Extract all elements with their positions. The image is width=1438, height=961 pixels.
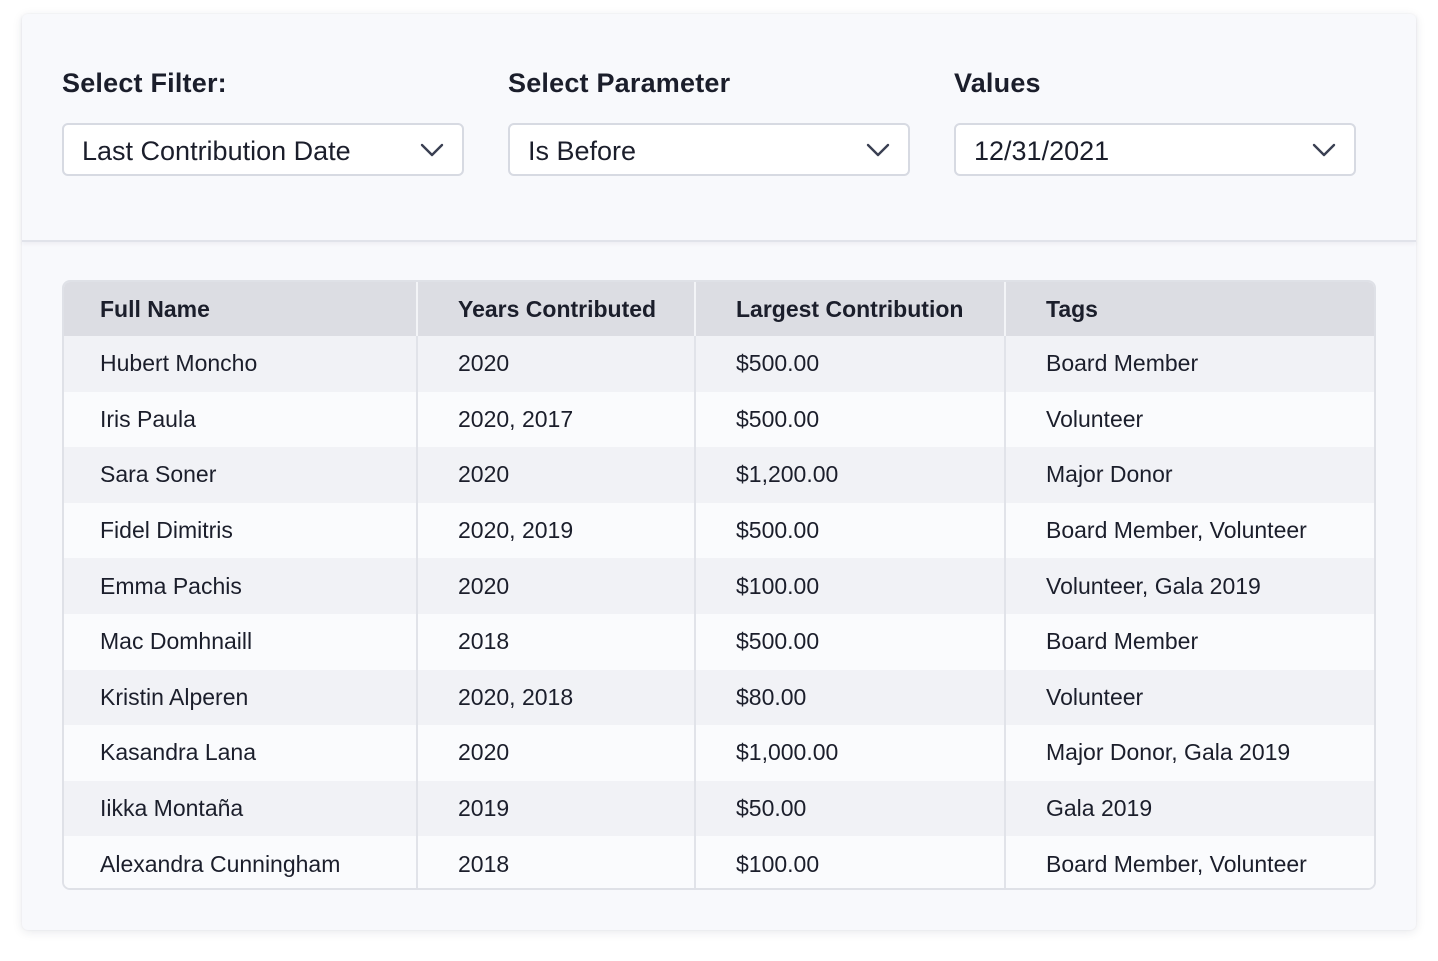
- chevron-down-icon: [1312, 143, 1336, 157]
- select-filter-dropdown[interactable]: Last Contribution Date: [62, 123, 464, 176]
- cell-full-name: Iikka Montaña: [64, 780, 417, 837]
- cell-tags: Major Donor: [1004, 447, 1374, 503]
- filter-results-panel: Select Filter: Last Contribution Date Se…: [22, 14, 1416, 930]
- cell-years-contributed: 2020, 2017: [416, 391, 695, 448]
- cell-largest-contribution: $500.00: [694, 391, 1005, 448]
- table-row[interactable]: Iris Paula 2020, 2017 $500.00 Volunteer: [64, 391, 1374, 448]
- table-row[interactable]: Fidel Dimitris 2020, 2019 $500.00 Board …: [64, 502, 1374, 559]
- cell-years-contributed: 2020, 2018: [416, 669, 695, 726]
- cell-full-name: Mac Domhnaill: [64, 613, 417, 670]
- cell-years-contributed: 2020, 2019: [416, 502, 695, 559]
- table-body: Hubert Moncho 2020 $500.00 Board Member …: [64, 336, 1374, 888]
- values-dropdown[interactable]: 12/31/2021: [954, 123, 1356, 176]
- cell-tags: Volunteer: [1004, 391, 1374, 448]
- cell-full-name: Emma Pachis: [64, 558, 417, 614]
- cell-full-name: Sara Soner: [64, 447, 417, 503]
- cell-largest-contribution: $100.00: [694, 558, 1005, 614]
- cell-full-name: Kristin Alperen: [64, 669, 417, 726]
- cell-tags: Gala 2019: [1004, 780, 1374, 837]
- column-header-years-contributed[interactable]: Years Contributed: [416, 282, 695, 336]
- results-table-container: Full Name Years Contributed Largest Cont…: [62, 280, 1376, 890]
- chevron-down-icon: [420, 143, 444, 157]
- cell-tags: Board Member: [1004, 336, 1374, 392]
- table-row[interactable]: Kristin Alperen 2020, 2018 $80.00 Volunt…: [64, 669, 1374, 726]
- cell-tags: Board Member, Volunteer: [1004, 502, 1374, 559]
- values-value: 12/31/2021: [974, 136, 1110, 166]
- chevron-down-icon: [866, 143, 890, 157]
- cell-largest-contribution: $80.00: [694, 669, 1005, 726]
- select-filter-label: Select Filter:: [62, 68, 227, 98]
- table-row[interactable]: Emma Pachis 2020 $100.00 Volunteer, Gala…: [64, 558, 1374, 614]
- cell-years-contributed: 2020: [416, 447, 695, 503]
- column-header-largest-contribution[interactable]: Largest Contribution: [694, 282, 1005, 336]
- select-parameter-dropdown[interactable]: Is Before: [508, 123, 910, 176]
- select-parameter-value: Is Before: [528, 136, 637, 166]
- cell-full-name: Hubert Moncho: [64, 336, 417, 392]
- cell-full-name: Iris Paula: [64, 391, 417, 448]
- filter-bar: Select Filter: Last Contribution Date Se…: [22, 14, 1416, 242]
- cell-years-contributed: 2019: [416, 780, 695, 837]
- results-table: Full Name Years Contributed Largest Cont…: [64, 282, 1374, 888]
- cell-years-contributed: 2018: [416, 613, 695, 670]
- table-row[interactable]: Hubert Moncho 2020 $500.00 Board Member: [64, 336, 1374, 392]
- values-label: Values: [954, 68, 1041, 98]
- cell-largest-contribution: $500.00: [694, 502, 1005, 559]
- cell-full-name: Alexandra Cunningham: [64, 836, 417, 888]
- table-row[interactable]: Iikka Montaña 2019 $50.00 Gala 2019: [64, 780, 1374, 837]
- select-parameter-label: Select Parameter: [508, 68, 731, 98]
- cell-full-name: Fidel Dimitris: [64, 502, 417, 559]
- cell-largest-contribution: $100.00: [694, 836, 1005, 888]
- cell-largest-contribution: $500.00: [694, 613, 1005, 670]
- cell-largest-contribution: $50.00: [694, 780, 1005, 837]
- cell-years-contributed: 2018: [416, 836, 695, 888]
- cell-years-contributed: 2020: [416, 725, 695, 781]
- table-row[interactable]: Alexandra Cunningham 2018 $100.00 Board …: [64, 836, 1374, 888]
- table-row[interactable]: Mac Domhnaill 2018 $500.00 Board Member: [64, 613, 1374, 670]
- cell-tags: Board Member, Volunteer: [1004, 836, 1374, 888]
- cell-tags: Major Donor, Gala 2019: [1004, 725, 1374, 781]
- cell-tags: Volunteer, Gala 2019: [1004, 558, 1374, 614]
- cell-years-contributed: 2020: [416, 558, 695, 614]
- cell-full-name: Kasandra Lana: [64, 725, 417, 781]
- column-header-full-name[interactable]: Full Name: [64, 282, 417, 336]
- cell-largest-contribution: $1,200.00: [694, 447, 1005, 503]
- select-filter-value: Last Contribution Date: [82, 136, 351, 166]
- table-row[interactable]: Kasandra Lana 2020 $1,000.00 Major Donor…: [64, 725, 1374, 781]
- cell-years-contributed: 2020: [416, 336, 695, 392]
- cell-tags: Board Member: [1004, 613, 1374, 670]
- cell-tags: Volunteer: [1004, 669, 1374, 726]
- cell-largest-contribution: $500.00: [694, 336, 1005, 392]
- table-header-row: Full Name Years Contributed Largest Cont…: [64, 282, 1374, 336]
- cell-largest-contribution: $1,000.00: [694, 725, 1005, 781]
- table-row[interactable]: Sara Soner 2020 $1,200.00 Major Donor: [64, 447, 1374, 503]
- column-header-tags[interactable]: Tags: [1004, 282, 1374, 336]
